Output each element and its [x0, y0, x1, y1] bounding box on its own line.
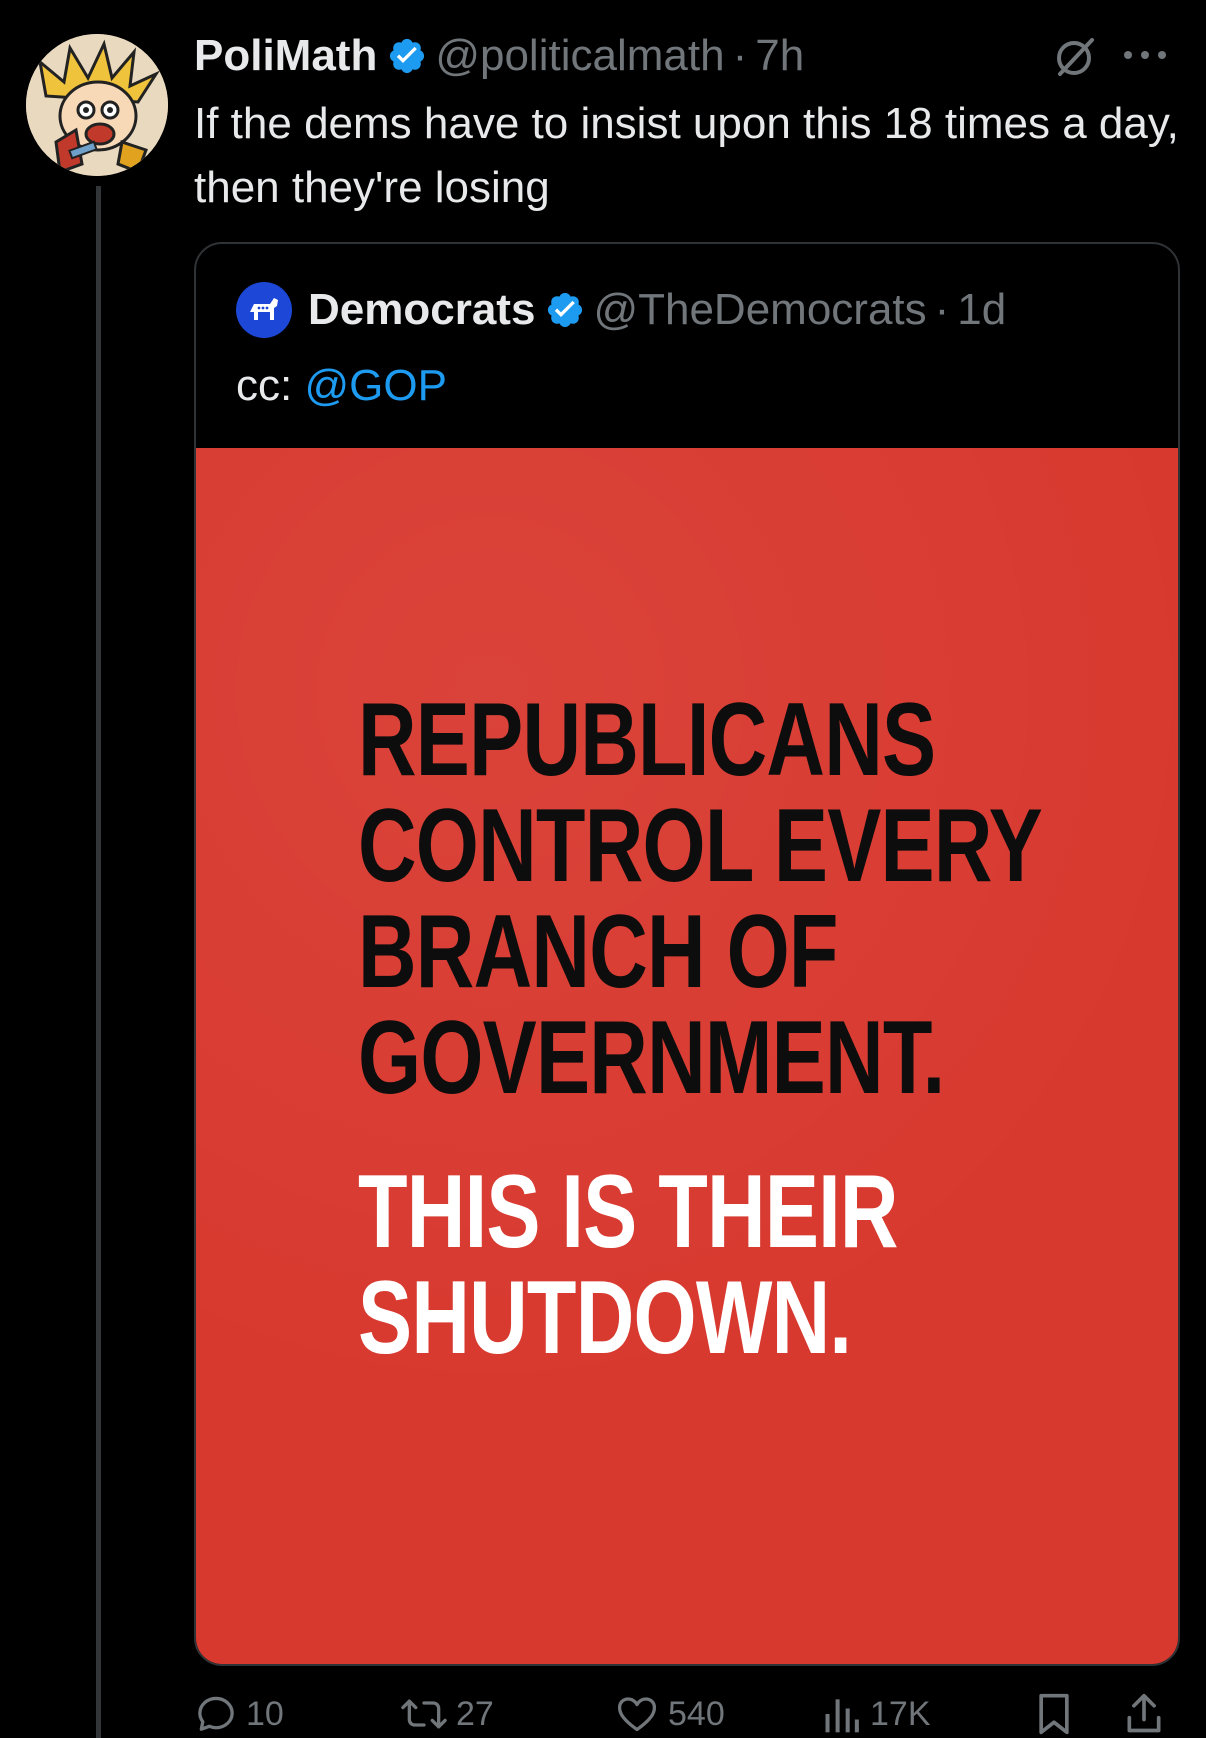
- poster-line-black: CONTROL EVERY: [358, 788, 1043, 904]
- views-icon: [822, 1692, 862, 1736]
- reply-icon: [194, 1692, 238, 1736]
- quoted-post-header: Democrats @TheDemocrats · 1d: [236, 282, 1006, 338]
- poster-line-black: REPUBLICANS: [358, 682, 936, 798]
- quoted-text-prefix: cc:: [236, 361, 305, 410]
- repost-count: 27: [456, 1694, 494, 1733]
- separator-dot: ·: [934, 285, 950, 334]
- views-button[interactable]: 17K: [822, 1690, 931, 1738]
- poster-line-white: SHUTDOWN.: [358, 1260, 852, 1376]
- quoted-post-image[interactable]: REPUBLICANS CONTROL EVERY BRANCH OF GOVE…: [196, 448, 1178, 1664]
- like-button[interactable]: 540: [614, 1690, 725, 1738]
- heart-icon: [614, 1692, 660, 1736]
- action-bar: 10 27 540 17K: [194, 1690, 1176, 1738]
- reply-count: 10: [246, 1694, 284, 1733]
- more-options-icon[interactable]: [1118, 40, 1172, 70]
- democrats-avatar[interactable]: [236, 282, 292, 338]
- views-count: 17K: [870, 1694, 931, 1733]
- bookmark-button[interactable]: [1034, 1690, 1074, 1738]
- share-button[interactable]: [1124, 1690, 1164, 1738]
- thread-line: [96, 186, 101, 1738]
- poster-line-white: THIS IS THEIR: [358, 1154, 899, 1270]
- quoted-author-handle[interactable]: @TheDemocrats: [593, 285, 926, 335]
- author-avatar[interactable]: [26, 34, 168, 176]
- donkey-icon: [250, 298, 278, 320]
- quoted-post-timestamp[interactable]: 1d: [957, 285, 1006, 335]
- verified-badge-icon: [387, 36, 427, 76]
- author-display-name[interactable]: PoliMath: [194, 31, 377, 81]
- share-icon: [1124, 1692, 1164, 1736]
- post-timestamp[interactable]: 7h: [755, 31, 804, 81]
- repost-button[interactable]: 27: [400, 1690, 494, 1738]
- quoted-author-display-name[interactable]: Democrats: [308, 285, 535, 335]
- verified-badge-icon: [545, 290, 585, 330]
- poster-line-black: GOVERNMENT.: [358, 1000, 945, 1116]
- repost-icon: [400, 1692, 448, 1736]
- post-header: PoliMath @politicalmath · 7h: [194, 28, 804, 84]
- bookmark-icon: [1034, 1692, 1074, 1736]
- post-text: If the dems have to insist upon this 18 …: [194, 99, 1179, 212]
- mention-link[interactable]: @GOP: [304, 361, 446, 410]
- cartoon-avatar-image: [26, 34, 168, 176]
- separator-dot: ·: [732, 31, 748, 80]
- quoted-post-card[interactable]: Democrats @TheDemocrats · 1d cc: @GOP RE…: [194, 242, 1180, 1666]
- quoted-post-text: cc: @GOP: [236, 358, 447, 414]
- like-count: 540: [668, 1694, 725, 1733]
- grok-icon[interactable]: [1052, 34, 1098, 80]
- reply-button[interactable]: 10: [194, 1690, 284, 1738]
- author-handle[interactable]: @politicalmath: [435, 31, 724, 81]
- poster-line-black: BRANCH OF: [358, 894, 838, 1010]
